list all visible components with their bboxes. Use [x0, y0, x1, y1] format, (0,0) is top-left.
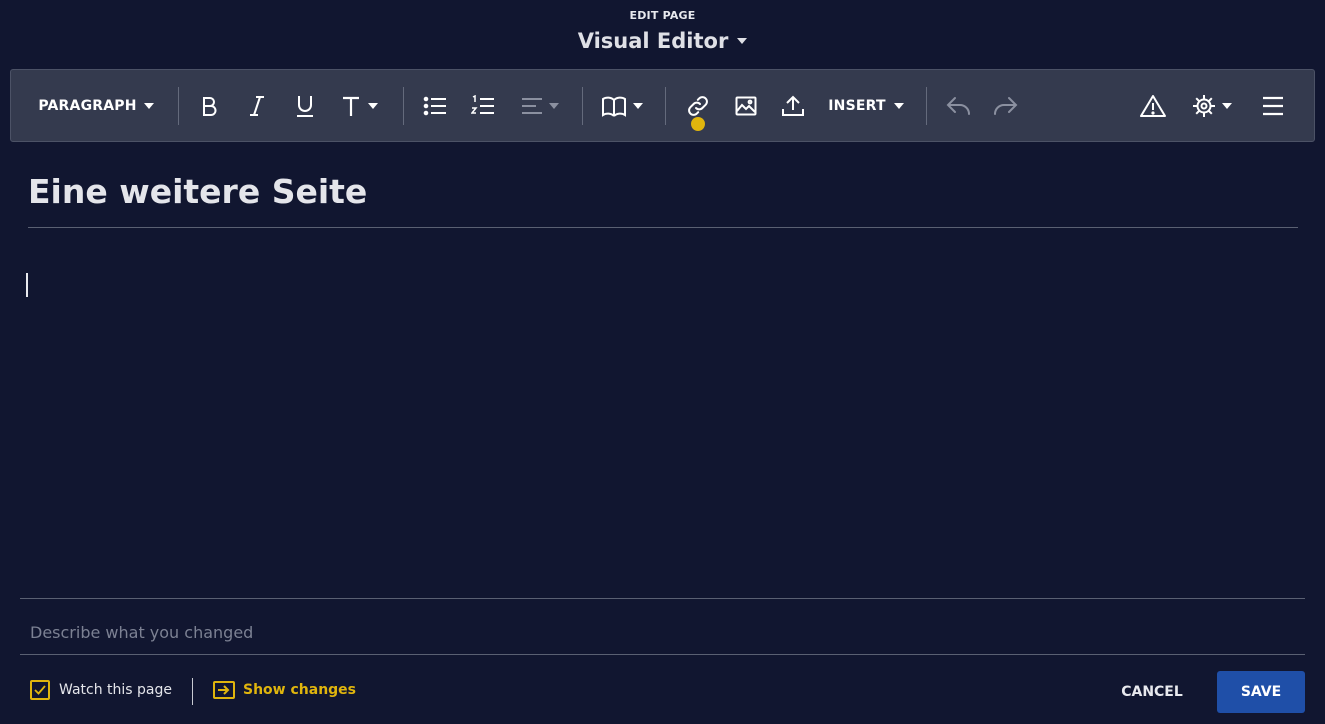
chevron-down-icon [737, 38, 748, 44]
align-dropdown[interactable] [515, 70, 565, 141]
page-warnings-button[interactable] [1133, 70, 1173, 141]
title-divider [28, 227, 1298, 228]
footer-separator [192, 678, 193, 705]
numbered-list-icon [471, 94, 494, 114]
editor-mode-label: Visual Editor [577, 29, 729, 53]
notification-dot [691, 117, 705, 131]
chevron-down-icon [633, 102, 643, 109]
align-icon [522, 97, 542, 114]
checkbox-checked[interactable] [30, 680, 50, 700]
bulleted-list-button[interactable] [417, 70, 453, 141]
chevron-down-icon [549, 102, 559, 109]
bold-icon [203, 96, 217, 116]
link-icon [688, 95, 708, 116]
toolbar-separator [665, 87, 666, 125]
bulleted-list-icon [423, 96, 446, 115]
chevron-down-icon [1222, 102, 1232, 109]
summary-divider [20, 598, 1305, 599]
insert-label: INSERT [828, 97, 886, 114]
edit-page-kicker: EDIT PAGE [629, 9, 696, 22]
toolbar-separator [926, 87, 927, 125]
toolbar-separator [403, 87, 404, 125]
show-changes-icon [213, 681, 235, 699]
cite-dropdown[interactable] [597, 70, 647, 141]
paragraph-format-dropdown[interactable]: PARAGRAPH [31, 70, 161, 141]
text-cursor[interactable] [26, 273, 28, 297]
toolbar-separator [178, 87, 179, 125]
toolbar-separator [582, 87, 583, 125]
summary-divider [20, 654, 1305, 655]
show-changes-label: Show changes [243, 682, 357, 698]
editor-mode-switch[interactable]: Visual Editor [0, 29, 1325, 53]
text-style-dropdown[interactable] [335, 70, 385, 141]
italic-button[interactable] [239, 70, 275, 141]
italic-icon [250, 95, 264, 116]
watch-this-page-checkbox[interactable]: Watch this page [30, 680, 172, 700]
save-button[interactable]: SAVE [1217, 671, 1305, 713]
watch-this-page-label: Watch this page [59, 682, 172, 698]
chevron-down-icon [893, 102, 904, 109]
menu-icon [1263, 96, 1283, 115]
underline-icon [297, 95, 313, 117]
warning-icon [1140, 94, 1166, 117]
show-changes-button[interactable]: Show changes [213, 681, 356, 699]
image-button[interactable] [727, 70, 765, 141]
chevron-down-icon [368, 102, 378, 109]
upload-icon [782, 95, 804, 116]
insert-dropdown[interactable]: INSERT [823, 70, 909, 141]
menu-button[interactable] [1253, 70, 1293, 141]
underline-button[interactable] [287, 70, 323, 141]
image-icon [735, 96, 757, 115]
bold-button[interactable] [191, 70, 227, 141]
check-icon [34, 685, 46, 695]
redo-icon [994, 96, 1018, 115]
numbered-list-button[interactable] [465, 70, 501, 141]
text-style-icon [343, 96, 359, 116]
cancel-button[interactable]: CANCEL [1105, 672, 1199, 712]
page-options-dropdown[interactable] [1187, 70, 1237, 141]
chevron-down-icon [143, 102, 154, 109]
editor-toolbar: PARAGRAPH INSERT [10, 69, 1315, 142]
redo-button[interactable] [985, 70, 1025, 141]
upload-button[interactable] [774, 70, 812, 141]
cite-icon [602, 96, 626, 117]
paragraph-format-label: PARAGRAPH [38, 97, 137, 114]
undo-button[interactable] [939, 70, 979, 141]
page-title[interactable]: Eine weitere Seite [28, 172, 367, 211]
gear-icon [1193, 94, 1215, 117]
editor-header: EDIT PAGE Visual Editor [0, 0, 1325, 68]
undo-icon [946, 96, 970, 115]
edit-summary-input[interactable] [20, 612, 1305, 652]
